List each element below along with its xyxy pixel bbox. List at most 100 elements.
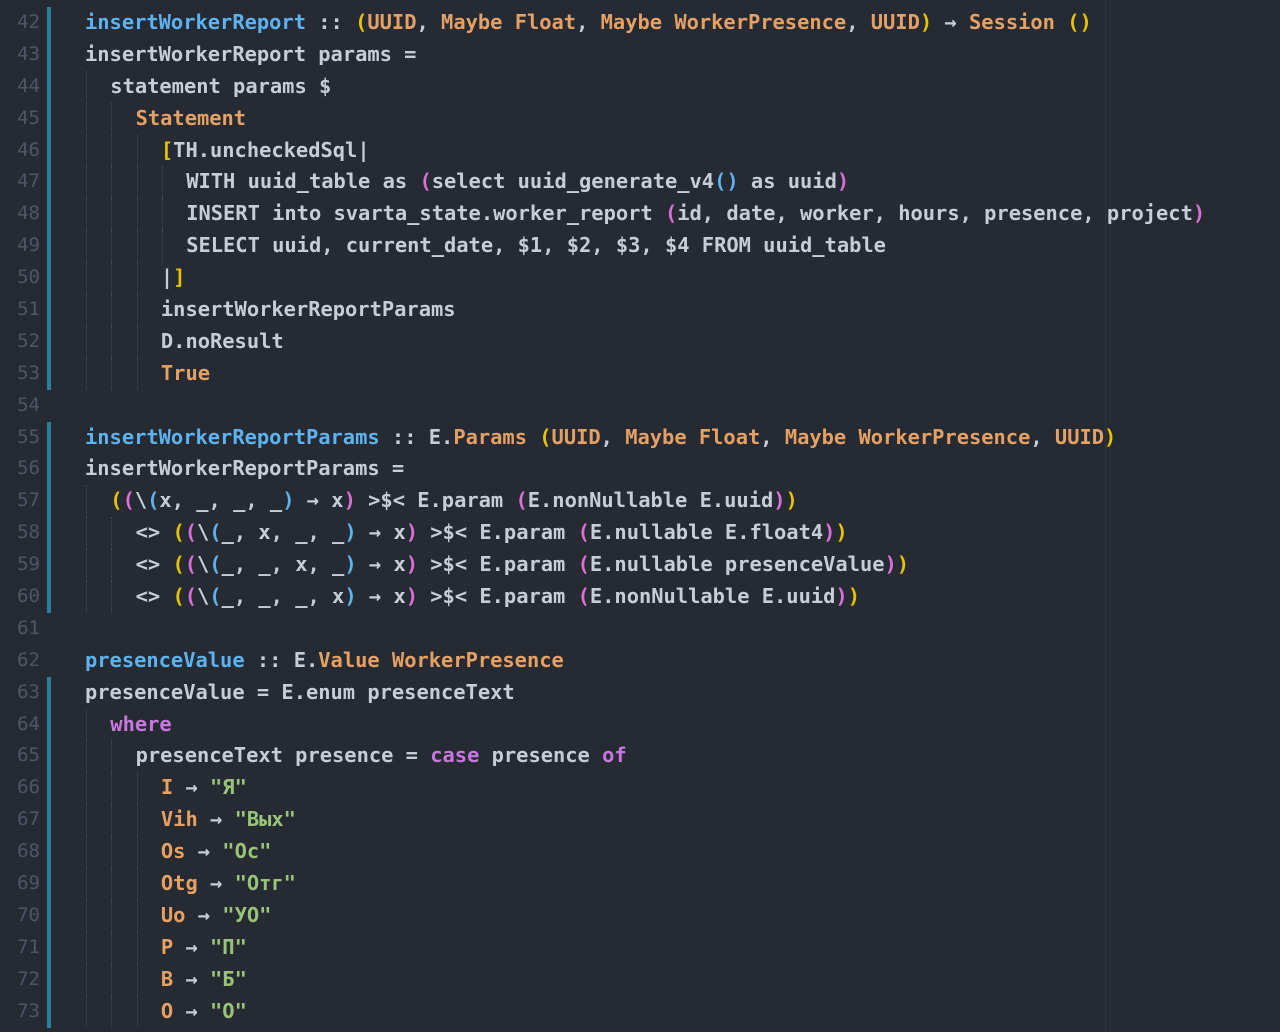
code-line[interactable]: 53 True <box>0 357 1280 390</box>
modified-line-marker <box>47 708 51 741</box>
code-line[interactable]: 46 [TH.uncheckedSql| <box>0 134 1280 167</box>
line-content: Otg → "Отг" <box>161 868 296 900</box>
indent-guide <box>111 581 113 613</box>
code-line[interactable]: 70 Uo → "УО" <box>0 899 1280 932</box>
token-plain: x, _, _, _ <box>159 488 283 513</box>
line-content: Statement <box>136 103 247 135</box>
token-plain: → <box>173 998 211 1023</box>
token-type: Uo <box>160 902 186 927</box>
modified-line-marker <box>47 772 51 805</box>
code-line[interactable]: 51 insertWorkerReportParams <box>0 294 1280 326</box>
code-editor[interactable]: 42 insertWorkerReport :: (UUID, Maybe Flo… <box>0 0 1280 1032</box>
indent-guide <box>136 357 138 390</box>
code-line[interactable]: 72 B → "Б" <box>0 963 1280 996</box>
token-type: P <box>160 934 174 959</box>
code-line[interactable]: 65 presenceText presence = case presence … <box>0 740 1280 773</box>
indent-guide <box>86 262 87 295</box>
code-line[interactable]: 48 INSERT into svarta_state.worker_report… <box>0 198 1280 231</box>
code-line[interactable]: 71 P → "П" <box>0 931 1280 964</box>
code-line[interactable]: 62 presenceValue :: E.Value WorkerPresenc… <box>0 645 1280 677</box>
token-paren2: ) <box>343 488 356 513</box>
token-type: Session <box>968 10 1055 34</box>
token-operator: :: <box>305 10 356 34</box>
code-line[interactable]: 49 SELECT uuid, current_date, $1, $2, $3,… <box>0 230 1280 263</box>
token-paren1: ) <box>896 552 910 577</box>
token-type: Vih <box>160 807 198 832</box>
code-area[interactable]: 42 insertWorkerReport :: (UUID, Maybe Flo… <box>0 7 1280 1028</box>
indent-guide <box>86 549 87 582</box>
code-line[interactable]: 57 ((\(x, _, _, _) → x) >$< E.param (E.no… <box>0 485 1280 518</box>
code-line[interactable]: 64 where <box>0 708 1280 741</box>
line-number: 72 <box>17 967 40 990</box>
line-number: 68 <box>17 840 40 863</box>
token-paren2: ) <box>773 488 786 513</box>
token-plain: _, _, x, _ <box>221 552 345 577</box>
code-line[interactable]: 63 presenceValue = E.enum presenceText <box>0 676 1280 709</box>
token-type: Maybe Float <box>625 424 761 449</box>
indent-guide <box>111 772 113 805</box>
modified-line-marker <box>47 421 51 454</box>
token-plain: | <box>160 265 174 290</box>
code-line[interactable]: 43 insertWorkerReport params = <box>0 38 1280 71</box>
indent-guide <box>161 166 163 199</box>
token-paren2: ) <box>823 520 836 545</box>
token-plain: → x <box>356 552 406 577</box>
code-line[interactable]: 59 <> ((\(_, _, x, _) → x) >$< E.param (E… <box>0 549 1280 582</box>
token-plain: \ <box>134 488 148 513</box>
code-line[interactable]: 55 insertWorkerReportParams :: E.Params (… <box>0 421 1280 454</box>
indent-guide <box>86 166 87 199</box>
code-line[interactable]: 44 statement params $ <box>0 70 1280 103</box>
token-plain: → <box>173 934 211 959</box>
token-paren2: ) <box>405 584 418 609</box>
line-content: where <box>110 709 171 741</box>
token-type: Maybe Float <box>441 10 577 34</box>
token-string: "О" <box>210 998 247 1023</box>
code-line[interactable]: 58 <> ((\(_, x, _, _) → x) >$< E.param (E… <box>0 517 1280 550</box>
code-line[interactable]: 50 |] <box>0 262 1280 295</box>
code-line[interactable]: 68 Os → "Ос" <box>0 836 1280 869</box>
indent-guide <box>86 102 87 135</box>
indent-guide <box>136 262 138 295</box>
line-number: 69 <box>17 872 40 895</box>
indent-guide <box>86 134 87 167</box>
token-plain: <> <box>135 520 173 545</box>
code-line[interactable]: 73 O → "О" <box>0 995 1280 1028</box>
code-line[interactable]: 69 Otg → "Отг" <box>0 868 1280 900</box>
modified-line-marker <box>47 38 51 71</box>
line-number: 64 <box>17 712 40 735</box>
token-plain: insertWorkerReportParams = <box>85 456 405 481</box>
code-line[interactable]: 61 <box>0 613 1280 645</box>
token-string: "Вых" <box>234 807 296 832</box>
indent-guide <box>136 230 138 263</box>
token-type: UUID <box>367 10 417 34</box>
code-line[interactable]: 67 Vih → "Вых" <box>0 804 1280 837</box>
token-paren2: ( <box>664 201 678 226</box>
code-line[interactable]: 60 <> ((\(_, _, _, x) → x) >$< E.param (E… <box>0 581 1280 613</box>
code-line[interactable]: 45 Statement <box>0 102 1280 135</box>
token-type: Os <box>160 839 186 864</box>
modified-line-marker <box>47 995 51 1028</box>
indent-guide <box>111 868 113 900</box>
indent-guide <box>136 198 138 231</box>
code-line[interactable]: 42 insertWorkerReport :: (UUID, Maybe Flo… <box>0 7 1280 39</box>
line-content: <> ((\(_, _, x, _) → x) >$< E.param (E.n… <box>136 549 909 581</box>
indent-guide <box>136 134 138 167</box>
token-paren1: [ <box>160 137 174 162</box>
token-string: "УО" <box>222 902 272 927</box>
indent-guide <box>86 868 87 900</box>
token-plain: as uuid <box>738 169 837 194</box>
token-plain: , <box>760 424 785 449</box>
code-line[interactable]: 47 WITH uuid_table as (select uuid_genera… <box>0 166 1280 199</box>
code-line[interactable]: 66 I → "Я" <box>0 772 1280 805</box>
token-plain: → x <box>294 488 344 513</box>
code-line[interactable]: 52 D.noResult <box>0 325 1280 358</box>
line-number: 56 <box>17 457 40 480</box>
code-line[interactable]: 54 <box>0 390 1280 422</box>
token-paren2: ( <box>184 584 197 609</box>
token-plain: WITH uuid_table as <box>186 169 420 194</box>
line-content: presenceText presence = case presence of <box>136 740 627 772</box>
line-content: Vih → "Вых" <box>161 804 296 836</box>
token-paren2: ) <box>884 552 897 577</box>
token-plain: → <box>173 775 211 800</box>
code-line[interactable]: 56 insertWorkerReportParams = <box>0 453 1280 486</box>
